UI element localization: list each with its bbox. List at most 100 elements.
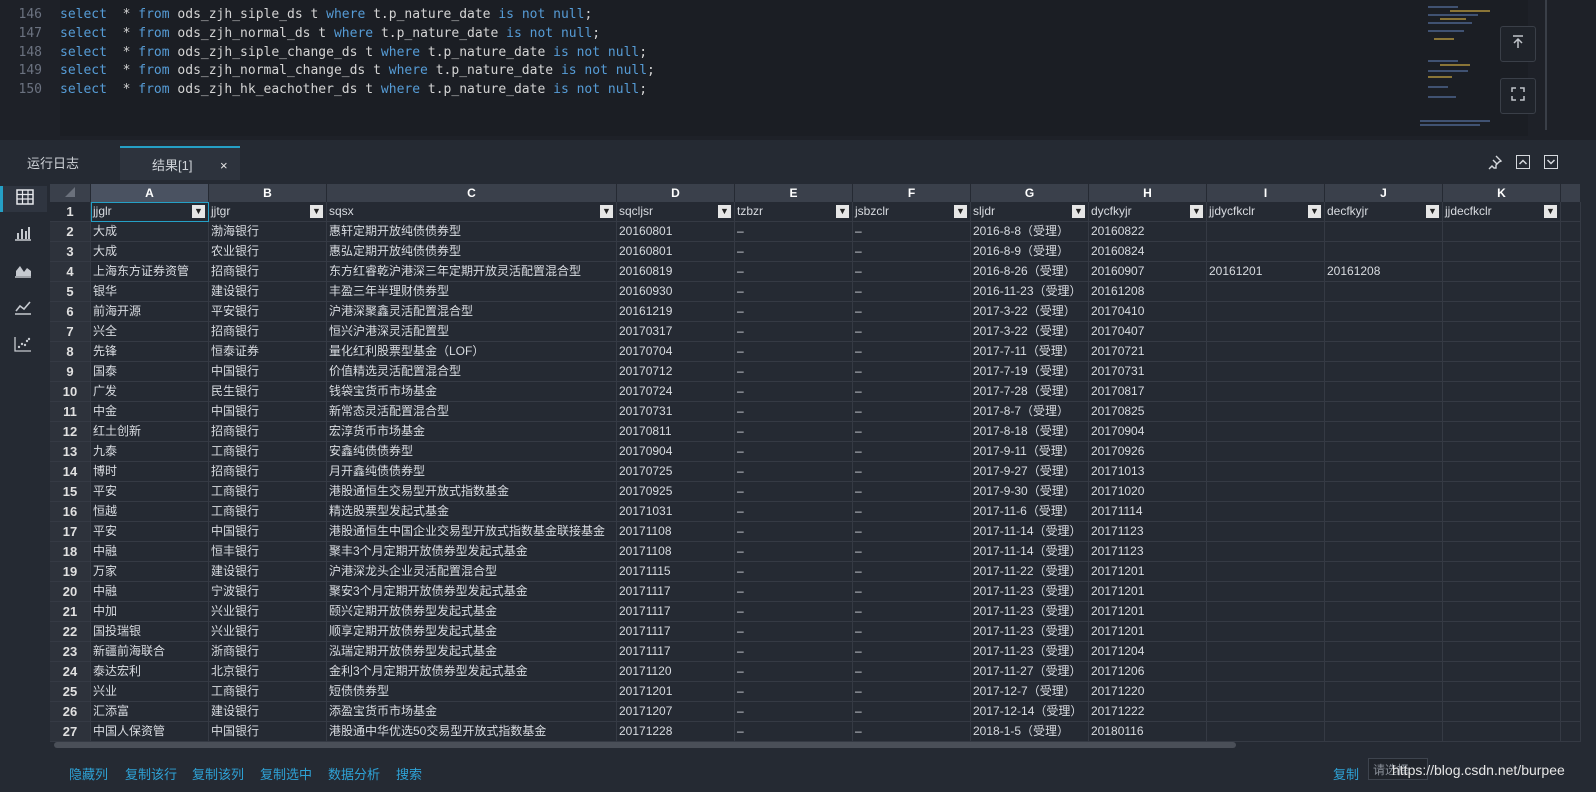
grid-cell[interactable] (1442, 401, 1561, 422)
scroll-top-button[interactable] (1500, 26, 1536, 62)
grid-cell[interactable]: 20171228 (616, 721, 735, 742)
grid-cell[interactable] (1324, 701, 1443, 722)
row-number[interactable]: 7 (50, 321, 91, 342)
grid-cell[interactable] (1206, 681, 1325, 702)
row-number[interactable]: 19 (50, 561, 91, 582)
grid-cell[interactable]: 添盈宝货币市场基金 (326, 701, 617, 722)
grid-cell[interactable]: – (734, 681, 853, 702)
grid-cell[interactable]: 颐兴定期开放债券型发起式基金 (326, 601, 617, 622)
grid-cell[interactable]: 20171201 (1088, 621, 1207, 642)
grid-cell[interactable]: 2016-8-8（受理） (970, 221, 1089, 242)
grid-cell[interactable]: 20161219 (616, 301, 735, 322)
grid-cell[interactable]: 20170724 (616, 381, 735, 402)
grid-cell[interactable]: – (852, 581, 971, 602)
grid-cell[interactable] (1206, 341, 1325, 362)
grid-cell[interactable]: 2017-11-23（受理） (970, 621, 1089, 642)
grid-cell[interactable] (1206, 601, 1325, 622)
grid-cell[interactable] (1206, 701, 1325, 722)
line-chart-button[interactable] (10, 296, 36, 322)
table-view-button[interactable] (0, 186, 47, 212)
sql-editor[interactable]: 146 147 148 149 150 select * from ods_zj… (0, 0, 1596, 140)
grid-cell[interactable]: 2017-7-19（受理） (970, 361, 1089, 382)
grid-cell[interactable]: 20171222 (1088, 701, 1207, 722)
grid-cell[interactable] (1442, 501, 1561, 522)
grid-cell[interactable]: 金利3个月定期开放债券型发起式基金 (326, 661, 617, 682)
grid-cell[interactable] (1442, 441, 1561, 462)
area-chart-button[interactable] (10, 259, 36, 285)
grid-cell[interactable]: 20171108 (616, 521, 735, 542)
grid-cell[interactable]: 浙商银行 (208, 641, 327, 662)
grid-cell[interactable]: 20170904 (1088, 421, 1207, 442)
grid-cell[interactable]: 20161201 (1206, 261, 1325, 282)
column-header-cell[interactable]: dycfkyjr ▼ (1088, 202, 1207, 222)
row-number[interactable]: 22 (50, 621, 91, 642)
grid-cell[interactable]: 20170407 (1088, 321, 1207, 342)
row-number[interactable]: 9 (50, 361, 91, 382)
row-number[interactable]: 23 (50, 641, 91, 662)
grid-cell[interactable]: 20161208 (1324, 261, 1443, 282)
grid-cell[interactable]: 中加 (90, 601, 209, 622)
grid-cell[interactable]: 精选股票型发起式基金 (326, 501, 617, 522)
grid-cell[interactable]: 渤海银行 (208, 221, 327, 242)
grid-cell[interactable]: 中国人保资管 (90, 721, 209, 742)
grid-cell[interactable]: 安鑫纯债债券型 (326, 441, 617, 462)
copy-column-button[interactable]: 复制该列 (192, 764, 244, 783)
grid-cell[interactable]: 农业银行 (208, 241, 327, 262)
grid-cell[interactable]: 招商银行 (208, 321, 327, 342)
grid-cell[interactable]: 广发 (90, 381, 209, 402)
data-analysis-button[interactable]: 数据分析 (328, 764, 380, 783)
table-row[interactable]: 7 兴全 招商银行 恒兴沪港深灵活配置型 20170317– –2017-3-22（受理）… (50, 321, 1581, 342)
grid-cell[interactable] (1324, 421, 1443, 442)
grid-cell[interactable] (1442, 641, 1561, 662)
grid-cell[interactable]: 2017-9-11（受理） (970, 441, 1089, 462)
grid-cell[interactable]: – (852, 321, 971, 342)
grid-cell[interactable]: 平安 (90, 521, 209, 542)
grid-cell[interactable]: 月开鑫纯债债券型 (326, 461, 617, 482)
grid-cell[interactable]: – (852, 301, 971, 322)
filter-dropdown-icon[interactable]: ▼ (836, 205, 849, 218)
row-number[interactable]: 11 (50, 401, 91, 422)
grid-cell[interactable]: 建设银行 (208, 701, 327, 722)
row-number[interactable]: 13 (50, 441, 91, 462)
grid-cell[interactable]: 2017-11-23（受理） (970, 601, 1089, 622)
grid-cell[interactable]: 博时 (90, 461, 209, 482)
table-row[interactable]: 2 大成 渤海银行 惠轩定期开放纯债债券型 20160801– –2016-8-8（受理）… (50, 221, 1581, 242)
grid-cell[interactable]: 东方红睿乾沪港深三年定期开放灵活配置混合型 (326, 261, 617, 282)
grid-cell[interactable]: – (734, 341, 853, 362)
grid-cell[interactable]: 聚丰3个月定期开放债券型发起式基金 (326, 541, 617, 562)
grid-cell[interactable]: 20170811 (616, 421, 735, 442)
grid-cell[interactable]: – (852, 661, 971, 682)
grid-cell[interactable]: – (734, 521, 853, 542)
grid-cell[interactable]: 建设银行 (208, 281, 327, 302)
grid-cell[interactable]: 2017-12-7（受理） (970, 681, 1089, 702)
grid-cell[interactable]: – (852, 721, 971, 742)
grid-cell[interactable]: 20171108 (616, 541, 735, 562)
grid-cell[interactable] (1442, 721, 1561, 742)
filter-dropdown-icon[interactable]: ▼ (192, 205, 205, 218)
grid-cell[interactable] (1324, 681, 1443, 702)
grid-cell[interactable]: 恒兴沪港深灵活配置型 (326, 321, 617, 342)
filter-dropdown-icon[interactable]: ▼ (718, 205, 731, 218)
grid-cell[interactable]: 20171123 (1088, 541, 1207, 562)
grid-cell[interactable]: 港股通恒生中国企业交易型开放式指数基金联接基金 (326, 521, 617, 542)
filter-dropdown-icon[interactable]: ▼ (1308, 205, 1321, 218)
grid-cell[interactable] (1324, 521, 1443, 542)
grid-cell[interactable] (1206, 641, 1325, 662)
grid-cell[interactable]: – (734, 401, 853, 422)
grid-cell[interactable] (1324, 241, 1443, 262)
grid-cell[interactable]: 港股通中华优选50交易型开放式指数基金 (326, 721, 617, 742)
row-number[interactable]: 1 (50, 202, 91, 222)
grid-cell[interactable] (1206, 281, 1325, 302)
grid-cell[interactable]: 20171206 (1088, 661, 1207, 682)
search-button[interactable]: 搜索 (396, 764, 422, 783)
grid-cell[interactable]: – (734, 301, 853, 322)
grid-cell[interactable] (1206, 361, 1325, 382)
column-header-cell[interactable]: sljdr ▼ (970, 202, 1089, 222)
grid-cell[interactable]: 顺享定期开放债券型发起式基金 (326, 621, 617, 642)
table-row[interactable]: 17 平安 中国银行 港股通恒生中国企业交易型开放式指数基金联接基金 20171108–… (50, 521, 1581, 542)
grid-cell[interactable]: – (852, 621, 971, 642)
grid-cell[interactable]: 中国银行 (208, 401, 327, 422)
grid-cell[interactable]: 兴业银行 (208, 621, 327, 642)
grid-cell[interactable]: 丰盈三年半理财债券型 (326, 281, 617, 302)
grid-cell[interactable]: 恒越 (90, 501, 209, 522)
